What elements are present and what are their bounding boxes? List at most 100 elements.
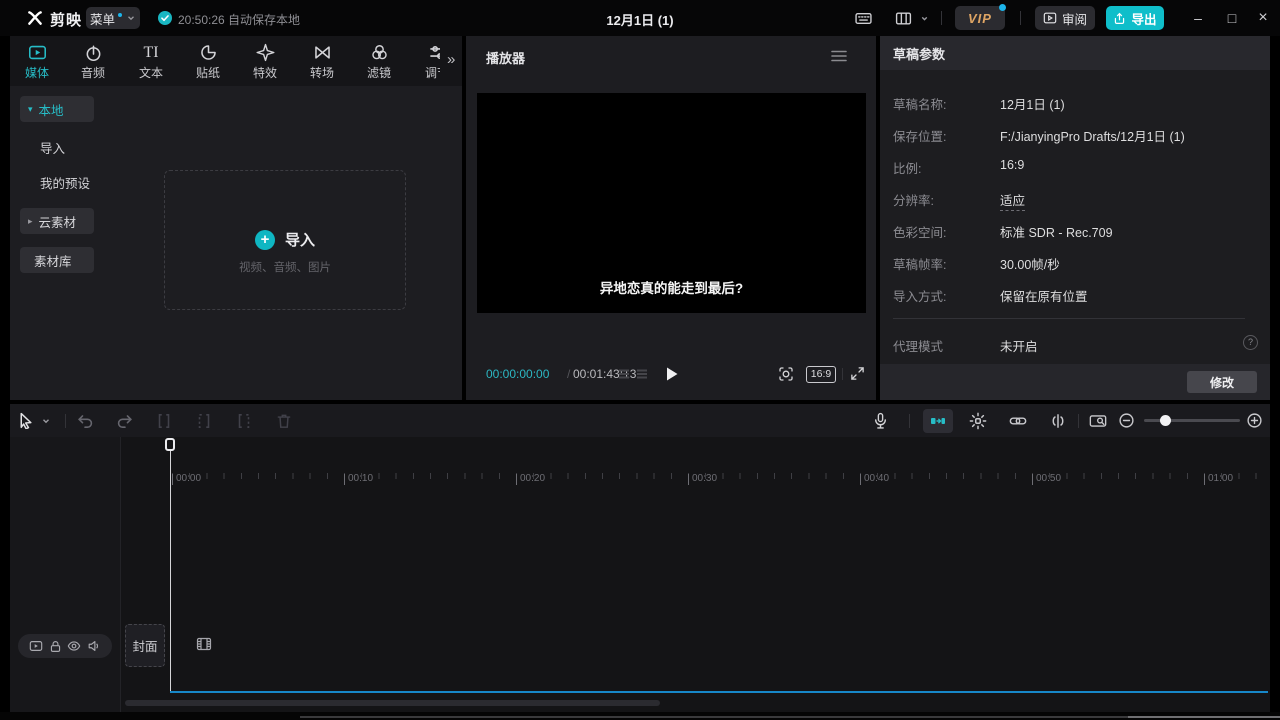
main-track-magnet-icon[interactable] — [969, 412, 987, 430]
link-clips-icon[interactable] — [1009, 412, 1027, 430]
player-menu-icon[interactable] — [831, 50, 847, 62]
ruler-label: 00:40 — [860, 474, 889, 485]
track-header-column — [10, 437, 120, 712]
import-button-label[interactable]: 导入 — [285, 229, 315, 250]
vip-button[interactable]: VIP — [955, 6, 1005, 30]
hide-track-eye-icon[interactable] — [67, 639, 81, 653]
preview-focus-icon[interactable] — [778, 366, 794, 382]
playhead-line[interactable] — [170, 451, 172, 693]
export-button[interactable]: 导出 — [1106, 6, 1164, 30]
param-row-resolution: 分辨率:适应 — [893, 190, 1257, 208]
sticker-icon — [199, 43, 218, 62]
tab-text[interactable]: TI 文本 — [127, 36, 175, 86]
effects-star-icon — [256, 43, 275, 62]
playhead-handle[interactable] — [165, 438, 175, 451]
bottom-edge-strip — [0, 712, 1280, 720]
horizontal-scrollbar[interactable] — [125, 700, 660, 706]
import-dropzone[interactable]: + 导入 视频、音频、图片 — [164, 170, 406, 310]
sidebar-item-import[interactable]: 导入 — [40, 138, 65, 157]
toolbar-divider — [65, 414, 66, 428]
menu-button[interactable]: 菜单 — [86, 7, 140, 29]
timeline-baseline — [170, 691, 1268, 693]
sidebar-item-local[interactable]: ▾ 本地 — [20, 96, 94, 122]
shortcut-keyboard-icon[interactable] — [855, 10, 873, 28]
lock-track-icon[interactable] — [49, 640, 62, 653]
preview-axis-icon[interactable] — [1049, 412, 1067, 430]
param-row-name: 草稿名称:12月1日 (1) — [893, 94, 1257, 112]
player-panel: 播放器 异地恋真的能走到最后? 00:00:00:00 / 00:01:43:1… — [466, 36, 876, 400]
zoom-out-icon[interactable] — [1118, 412, 1136, 430]
media-icon — [28, 43, 47, 62]
layout-dropdown-caret-icon[interactable] — [920, 14, 929, 23]
timeline-zoom-slider-handle[interactable] — [1160, 415, 1171, 426]
ruler-label: 01:00 — [1204, 474, 1233, 485]
transition-icon — [313, 43, 332, 62]
preview-canvas: 异地恋真的能走到最后? — [477, 93, 866, 313]
vip-label: VIP — [968, 11, 992, 26]
split-delete-right-icon[interactable] — [235, 412, 253, 430]
draft-params-panel: 草稿参数 草稿名称:12月1日 (1) 保存位置:F:/JianyingPro … — [880, 36, 1270, 400]
play-button[interactable] — [664, 366, 679, 382]
aspect-ratio-button[interactable]: 16:9 — [806, 366, 836, 383]
fullscreen-icon[interactable] — [850, 366, 865, 381]
modify-button[interactable]: 修改 — [1187, 371, 1257, 393]
titlebar-divider — [941, 11, 942, 25]
import-plus-icon[interactable]: + — [255, 230, 275, 250]
split-delete-left-icon[interactable] — [195, 412, 213, 430]
resolution-bars-icon[interactable] — [618, 368, 630, 380]
proxy-help-icon[interactable]: ? — [1243, 335, 1258, 350]
tab-effects[interactable]: 特效 — [241, 36, 289, 86]
param-row-proxy: 代理模式未开启 — [893, 336, 1257, 354]
toolbar-divider — [909, 414, 910, 428]
player-title: 播放器 — [486, 48, 525, 67]
select-tool-icon[interactable] — [17, 412, 35, 430]
delete-icon[interactable] — [275, 412, 293, 430]
window-close-button[interactable]: × — [1249, 4, 1277, 32]
chevron-down-icon — [126, 13, 136, 23]
tab-sticker[interactable]: 贴纸 — [184, 36, 232, 86]
filter-circles-icon — [370, 43, 389, 62]
layout-panels-icon[interactable] — [895, 10, 912, 27]
timeline-zoom-slider[interactable] — [1144, 419, 1240, 422]
sidebar-item-my-presets[interactable]: 我的预设 — [40, 173, 90, 192]
draft-params-header: 草稿参数 — [880, 36, 1270, 70]
timeline-preview-quality-icon[interactable] — [1089, 412, 1107, 430]
menu-notification-dot — [118, 13, 122, 17]
background-window-edge — [300, 716, 1130, 718]
current-time: 00:00:00:00 — [486, 367, 549, 381]
zoom-in-icon[interactable] — [1246, 412, 1264, 430]
tab-media[interactable]: 媒体 — [13, 36, 61, 86]
select-tool-caret-icon[interactable] — [41, 416, 59, 434]
redo-icon[interactable] — [116, 412, 134, 430]
app-name: 剪映 — [50, 9, 82, 30]
timeline-ruler[interactable]: 00:00 00:10 00:20 00:30 00:40 00:50 01:0… — [10, 437, 1270, 460]
window-minimize-button[interactable]: – — [1184, 4, 1212, 32]
review-button[interactable]: 审阅 — [1035, 6, 1095, 30]
expand-tabs-chevron[interactable]: » — [447, 51, 455, 68]
tab-audio[interactable]: 音频 — [69, 36, 117, 86]
resolution-bars-icon[interactable] — [636, 368, 648, 380]
tab-transition[interactable]: 转场 — [298, 36, 346, 86]
review-icon — [1043, 11, 1057, 25]
time-separator: / — [567, 367, 570, 381]
split-clip-icon[interactable] — [155, 412, 173, 430]
background-window-edge — [1128, 716, 1280, 718]
ruler-minor-ticks — [172, 473, 1268, 479]
ruler-label: 00:10 — [344, 474, 373, 485]
tab-filter[interactable]: 滤镜 — [355, 36, 403, 86]
snap-icon — [930, 413, 946, 429]
sidebar-item-material-library[interactable]: 素材库 — [20, 247, 94, 273]
mute-track-speaker-icon[interactable] — [87, 639, 101, 653]
media-tab-bar: 媒体 音频 TI 文本 贴纸 特效 转场 滤镜 调节 — [10, 36, 462, 86]
audio-icon — [84, 43, 103, 62]
record-voiceover-mic-icon[interactable] — [872, 412, 890, 430]
track-column-divider — [120, 437, 121, 712]
track-type-video-icon[interactable] — [29, 639, 43, 653]
video-track-film-icon — [196, 636, 212, 652]
ruler-label: 00:30 — [688, 474, 717, 485]
auto-snap-toggle-active[interactable] — [923, 409, 953, 433]
window-maximize-button[interactable]: □ — [1218, 4, 1246, 32]
undo-icon[interactable] — [76, 412, 94, 430]
cover-button[interactable]: 封面 — [125, 624, 165, 667]
sidebar-item-cloud[interactable]: ▸ 云素材 — [20, 208, 94, 234]
